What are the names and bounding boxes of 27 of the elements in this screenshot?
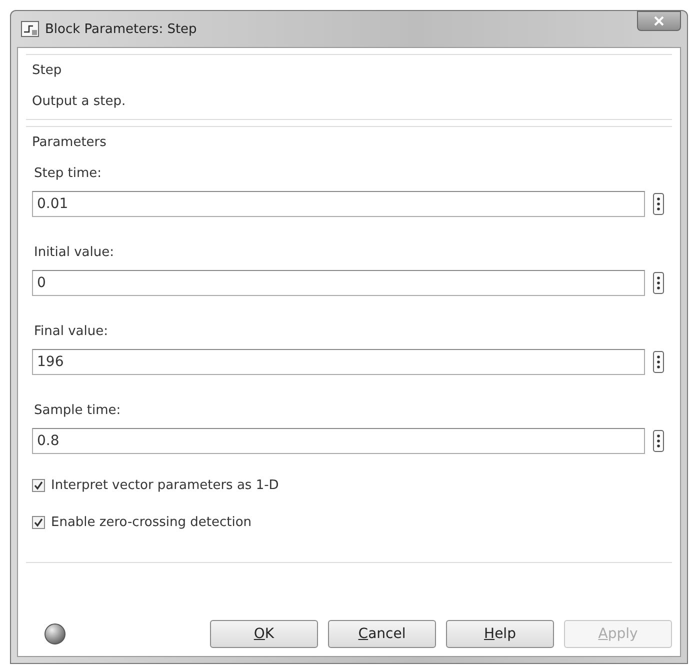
block-icon: [21, 21, 39, 37]
input-field[interactable]: 0.01: [32, 191, 645, 217]
field-label: Sample time:: [34, 403, 121, 418]
input-field[interactable]: 196: [32, 349, 645, 375]
checkbox-label: Enable zero-crossing detection: [51, 515, 252, 530]
help-icon[interactable]: [44, 623, 66, 645]
close-button[interactable]: [637, 11, 681, 31]
dialog-button[interactable]: Cancel: [328, 620, 436, 648]
input-field[interactable]: 0: [32, 270, 645, 296]
group-title: Step: [32, 63, 62, 78]
close-icon: [654, 16, 664, 26]
more-options-icon[interactable]: [653, 430, 664, 452]
block-description: Output a step.: [32, 94, 126, 109]
field-label: Final value:: [34, 324, 108, 339]
checkbox[interactable]: [32, 516, 45, 529]
field-label: Initial value:: [34, 245, 114, 260]
more-options-icon[interactable]: [653, 193, 664, 215]
more-options-icon[interactable]: [653, 351, 664, 373]
dialog-button[interactable]: Help: [446, 620, 554, 648]
window-title: Block Parameters: Step: [45, 22, 197, 36]
dialog-button[interactable]: OK: [210, 620, 318, 648]
more-options-icon[interactable]: [653, 272, 664, 294]
group-title: Parameters: [32, 135, 106, 150]
checkbox[interactable]: [32, 479, 45, 492]
checkbox-label: Interpret vector parameters as 1-D: [51, 478, 279, 493]
field-label: Step time:: [34, 166, 102, 181]
input-field[interactable]: 0.8: [32, 428, 645, 454]
